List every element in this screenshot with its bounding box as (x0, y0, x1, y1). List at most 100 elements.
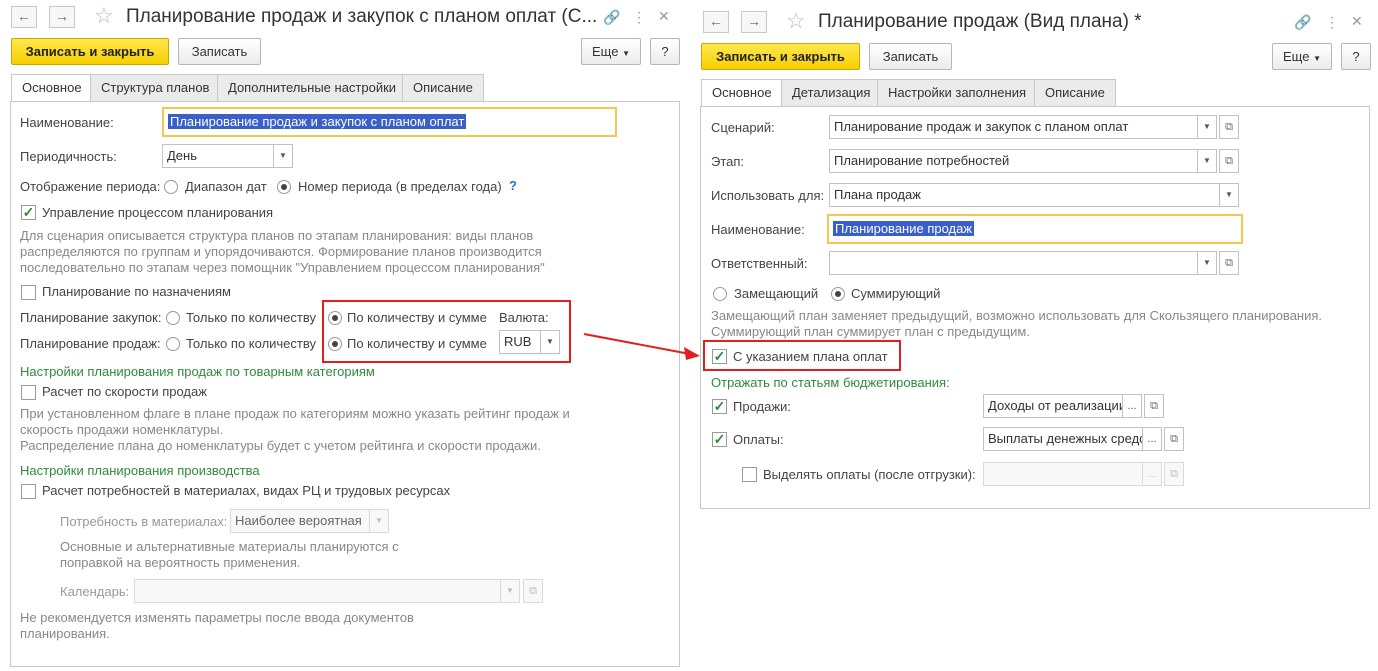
name-value: Планирование продаж и закупок с планом о… (168, 114, 467, 129)
stage-select[interactable]: Планирование потребностей (829, 149, 1198, 173)
more-label: Еще (592, 44, 619, 59)
save-close-button[interactable]: Записать и закрыть (701, 43, 860, 70)
ellipsis-icon[interactable]: ... (1142, 462, 1162, 486)
periodicity-select[interactable]: День (162, 144, 274, 168)
chevron-down-icon[interactable]: ▼ (369, 509, 389, 533)
more-button[interactable]: Еще ▼ (1272, 43, 1332, 70)
scenario-label: Сценарий: (711, 120, 775, 135)
chevron-down-icon[interactable]: ▼ (273, 144, 293, 168)
tab-detailing[interactable]: Детализация (781, 79, 882, 106)
name-input[interactable]: Планирование продаж и закупок с планом о… (162, 107, 617, 137)
payments-budget-checkbox[interactable]: ✓ (712, 432, 727, 447)
ellipsis-icon[interactable]: ... (1142, 427, 1162, 451)
stage-label: Этап: (711, 154, 745, 169)
tab-additional-settings[interactable]: Дополнительные настройки (217, 74, 408, 101)
purchase-qty-label: Только по количеству (186, 310, 316, 325)
link-icon[interactable]: 🔗 (1294, 14, 1311, 30)
replacing-label: Замещающий (734, 286, 819, 301)
purchase-planning-label: Планирование закупок: (20, 310, 162, 325)
tab-plan-structure[interactable]: Структура планов (90, 74, 221, 101)
sales-speed-checkbox[interactable] (21, 385, 36, 400)
chevron-down-icon[interactable]: ▼ (1197, 149, 1217, 173)
chevron-down-icon[interactable]: ▼ (1219, 183, 1239, 207)
forward-icon[interactable]: → (741, 11, 767, 33)
tab-main[interactable]: Основное (11, 74, 93, 102)
help-button[interactable]: ? (1341, 43, 1371, 70)
scenario-select[interactable]: Планирование продаж и закупок с планом о… (829, 115, 1198, 139)
save-button[interactable]: Записать (178, 38, 261, 65)
sales-budget-input[interactable]: Доходы от реализации (983, 394, 1123, 418)
period-display-label: Отображение периода: (20, 179, 161, 194)
save-button[interactable]: Записать (869, 43, 952, 70)
window-title: Планирование продаж (Вид плана) * (818, 11, 1142, 32)
payments-budget-label: Оплаты: (733, 432, 784, 447)
payments-budget-input[interactable]: Выплаты денежных средств (983, 427, 1143, 451)
close-icon[interactable]: ✕ (658, 8, 670, 24)
link-icon[interactable]: 🔗 (603, 9, 620, 25)
replacing-radio[interactable] (713, 287, 727, 301)
sales-budget-checkbox[interactable]: ✓ (712, 399, 727, 414)
period-number-radio[interactable] (277, 180, 291, 194)
category-note-2: Распределение плана до номенклатуры буде… (20, 438, 541, 453)
material-needs-label: Расчет потребностей в материалах, видах … (42, 483, 451, 498)
back-icon[interactable]: ← (11, 6, 37, 28)
chevron-down-icon: ▼ (622, 49, 630, 58)
name-input[interactable]: Планирование продаж (827, 214, 1243, 244)
help-button[interactable]: ? (650, 38, 680, 65)
open-icon[interactable]: ⧉ (1164, 462, 1184, 486)
open-icon[interactable]: ⧉ (1219, 251, 1239, 275)
responsible-label: Ответственный: (711, 256, 808, 271)
summing-radio[interactable] (831, 287, 845, 301)
materials-select[interactable]: Наиболее вероятная (230, 509, 370, 533)
menu-dots-icon[interactable]: ⋮ (632, 9, 646, 25)
calendar-input[interactable] (134, 579, 501, 603)
back-icon[interactable]: ← (703, 11, 729, 33)
separate-payments-checkbox[interactable] (742, 467, 757, 482)
process-mgmt-checkbox[interactable]: ✓ (21, 205, 36, 220)
sales-qty-label: Только по количеству (186, 336, 316, 351)
highlight-box (322, 300, 571, 363)
use-for-select[interactable]: Плана продаж (829, 183, 1220, 207)
highlight-box (703, 340, 901, 371)
close-icon[interactable]: ✕ (1351, 13, 1363, 29)
category-note-1: При установленном флаге в плане продаж п… (20, 406, 570, 437)
more-label: Еще (1283, 49, 1310, 64)
tab-description[interactable]: Описание (1034, 79, 1116, 106)
open-icon[interactable]: ⧉ (1144, 394, 1164, 418)
tab-fill-settings[interactable]: Настройки заполнения (877, 79, 1038, 106)
tab-main[interactable]: Основное (701, 79, 783, 107)
responsible-select[interactable] (829, 251, 1198, 275)
production-section-title: Настройки планирования производства (20, 463, 260, 478)
open-icon[interactable]: ⧉ (1164, 427, 1184, 451)
more-button[interactable]: Еще ▼ (581, 38, 641, 65)
calendar-label: Календарь: (60, 584, 130, 599)
help-icon[interactable]: ? (509, 178, 517, 193)
menu-dots-icon[interactable]: ⋮ (1325, 14, 1339, 30)
by-assignment-checkbox[interactable] (21, 285, 36, 300)
chevron-down-icon[interactable]: ▼ (1197, 115, 1217, 139)
ellipsis-icon[interactable]: ... (1122, 394, 1142, 418)
open-icon[interactable]: ⧉ (1219, 149, 1239, 173)
purchase-qty-radio[interactable] (166, 311, 180, 325)
open-icon[interactable]: ⧉ (523, 579, 543, 603)
sales-qty-radio[interactable] (166, 337, 180, 351)
open-icon[interactable]: ⧉ (1219, 115, 1239, 139)
period-range-radio[interactable] (164, 180, 178, 194)
period-range-label: Диапазон дат (185, 179, 267, 194)
category-section-title: Настройки планирования продаж по товарны… (20, 364, 375, 379)
favorite-star-icon[interactable]: ☆ (786, 10, 806, 32)
separate-payments-label: Выделять оплаты (после отгрузки): (763, 467, 976, 482)
chevron-down-icon[interactable]: ▼ (1197, 251, 1217, 275)
forward-icon[interactable]: → (49, 6, 75, 28)
process-mgmt-label: Управление процессом планирования (42, 205, 274, 220)
use-for-label: Использовать для: (711, 188, 825, 203)
name-value: Планирование продаж (833, 221, 975, 236)
save-close-button[interactable]: Записать и закрыть (11, 38, 169, 65)
separate-payments-input[interactable] (983, 462, 1143, 486)
favorite-star-icon[interactable]: ☆ (94, 5, 114, 27)
budget-section-title: Отражать по статьям бюджетирования: (711, 375, 950, 390)
material-needs-checkbox[interactable] (21, 484, 36, 499)
tab-description[interactable]: Описание (402, 74, 484, 101)
chevron-down-icon[interactable]: ▼ (500, 579, 520, 603)
window-title: Планирование продаж и закупок с планом о… (126, 6, 598, 27)
